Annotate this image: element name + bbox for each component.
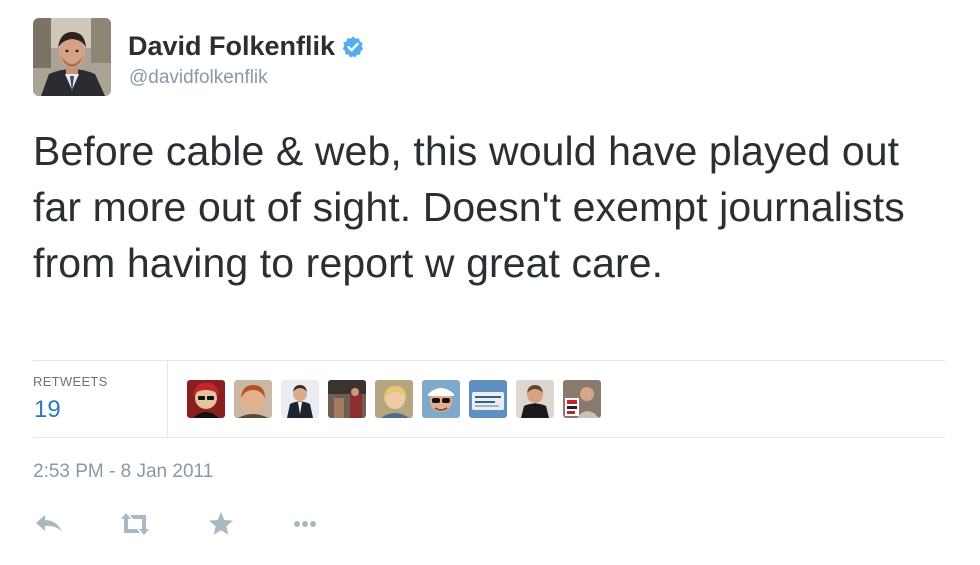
retweeter-avatar-7[interactable] — [469, 380, 507, 418]
retweeter-avatars — [187, 380, 610, 418]
profile-avatar[interactable] — [33, 18, 111, 96]
retweet-icon — [121, 513, 149, 535]
tweet-timestamp[interactable]: 2:53 PM - 8 Jan 2011 — [33, 461, 213, 483]
reply-button[interactable] — [33, 508, 69, 540]
retweeter-avatar-1[interactable] — [187, 380, 225, 418]
favorite-button[interactable] — [204, 508, 240, 540]
retweets-stat[interactable]: RETWEETS 19 — [33, 372, 167, 434]
stats-separator — [167, 361, 168, 437]
tweet-card: David Folkenflik @davidfolkenflik Before… — [0, 0, 980, 565]
retweeter-avatar-4[interactable] — [328, 380, 366, 418]
display-name[interactable]: David Folkenflik — [128, 31, 365, 62]
screen-name[interactable]: @davidfolkenflik — [129, 67, 268, 89]
favorite-icon — [209, 512, 233, 535]
reply-icon — [36, 515, 62, 532]
retweeter-avatar-6[interactable] — [422, 380, 460, 418]
retweeter-avatar-3[interactable] — [281, 380, 319, 418]
retweeter-avatar-2[interactable] — [234, 380, 272, 418]
tweet-text: Before cable & web, this would have play… — [33, 128, 905, 286]
retweeter-avatar-9[interactable] — [563, 380, 601, 418]
retweets-count: 19 — [34, 396, 61, 423]
profile-photo — [33, 18, 111, 96]
stats-divider-top — [33, 360, 945, 361]
retweets-label: RETWEETS — [33, 374, 108, 389]
verified-badge-icon — [341, 35, 365, 59]
stats-divider-bottom — [33, 437, 945, 438]
retweet-button[interactable] — [117, 508, 153, 540]
retweeter-avatar-5[interactable] — [375, 380, 413, 418]
more-button[interactable] — [288, 508, 324, 540]
more-icon — [294, 521, 316, 527]
retweeter-avatar-8[interactable] — [516, 380, 554, 418]
display-name-text: David Folkenflik — [128, 31, 336, 61]
